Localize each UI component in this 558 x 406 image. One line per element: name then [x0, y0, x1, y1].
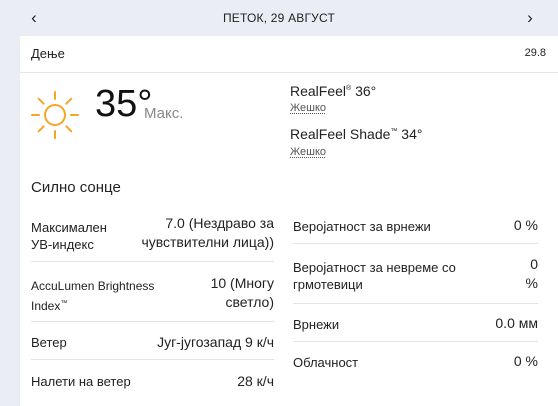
header-date-value: 29.8 — [524, 47, 546, 59]
detail-row-precipitation: Врнежи 0.0 мм — [293, 304, 538, 342]
detail-row-uv-index: Максимален УВ-индекс 7.0 (Нездраво за чу… — [31, 206, 274, 262]
realfeel-mark: ® — [346, 85, 352, 92]
realfeel-label: RealFeel — [290, 83, 347, 99]
detail-value: Југ-југозапад 9 к/ч — [157, 334, 274, 350]
next-day-arrow-icon[interactable]: › — [520, 8, 540, 28]
detail-label-text: AccuLumen Brightness Index — [31, 279, 155, 313]
detail-row-wind-gusts: Налети на ветер 28 к/ч — [31, 360, 274, 400]
weather-condition: Силно сонце — [31, 179, 121, 196]
detail-label: AccuLumen Brightness Index™ — [31, 277, 171, 315]
detail-row-precipitation-probability: Веројатност за врнежи 0 % — [293, 206, 538, 244]
detail-label: Веројатност за врнежи — [293, 219, 431, 234]
detail-label-mark: ™ — [60, 300, 68, 307]
card-header: Дење 29.8 — [20, 36, 558, 73]
detail-value: 0.0 мм — [495, 315, 538, 331]
realfeel-value: 36° — [355, 83, 377, 99]
detail-label: Максимален УВ-индекс — [31, 220, 107, 252]
detail-label: Врнежи — [293, 317, 340, 332]
detail-value: 0 % — [513, 353, 538, 369]
realfeel-shade-description[interactable]: Жешко — [290, 146, 326, 158]
detail-value: 0 % — [513, 217, 538, 233]
realfeel-shade-label: RealFeel Shade — [290, 126, 391, 142]
realfeel-shade-mark: ™ — [390, 128, 398, 135]
realfeel-shade-value: 34° — [401, 126, 423, 142]
detail-label: Ветер — [31, 335, 67, 350]
detail-row-brightness-index: AccuLumen Brightness Index™ 10 (Многу св… — [31, 262, 274, 322]
detail-label: Веројатност за невреме со грмотевици — [293, 260, 456, 292]
day-forecast-card: Дење 29.8 35° Макс. RealFeel® 36° Жешко … — [20, 36, 558, 406]
detail-value: 28 к/ч — [237, 373, 274, 389]
detail-value: 0 % — [525, 256, 538, 291]
sun-icon — [31, 91, 79, 139]
realfeel-shade-line: RealFeel Shade™ 34° — [290, 126, 422, 142]
detail-row-wind: Ветер Југ-југозапад 9 к/ч — [31, 322, 274, 360]
detail-label: Облачност — [293, 355, 359, 370]
detail-label: Налети на ветер — [31, 374, 131, 389]
date-title: ПЕТОК, 29 АВГУСТ — [222, 11, 336, 25]
detail-row-thunderstorm-probability: Веројатност за невреме со грмотевици 0 % — [293, 244, 538, 304]
realfeel-line: RealFeel® 36° — [290, 83, 376, 99]
date-navigation-bar: ‹ ПЕТОК, 29 АВГУСТ › — [0, 0, 558, 36]
max-temperature-label: Макс. — [144, 105, 184, 122]
period-label: Дење — [31, 46, 65, 61]
detail-value: 7.0 (Нездраво за чувствителни лица)) — [141, 215, 274, 250]
detail-row-cloud-cover: Облачност 0 % — [293, 342, 538, 380]
realfeel-description[interactable]: Жешко — [290, 102, 326, 114]
detail-value: 10 (Многу светло) — [210, 275, 274, 310]
